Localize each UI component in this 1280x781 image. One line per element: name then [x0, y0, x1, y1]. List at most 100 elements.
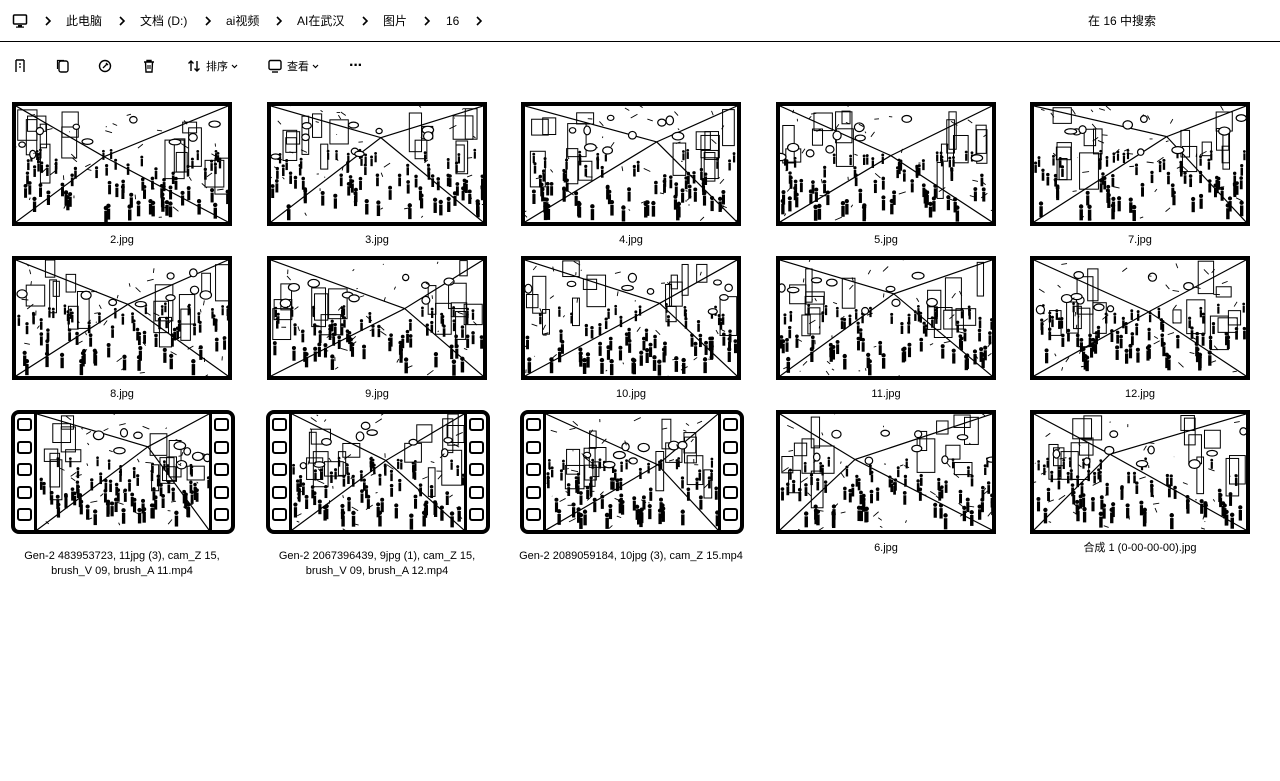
image-thumbnail[interactable]: [267, 102, 487, 226]
cut-icon[interactable]: [12, 58, 28, 74]
file-name[interactable]: Gen-2 2089059184, 10jpg (3), cam_Z 15.mp…: [511, 549, 751, 564]
video-thumbnail[interactable]: [266, 410, 490, 534]
image-thumbnail[interactable]: [776, 102, 996, 226]
film-hole: [526, 463, 541, 476]
image-file-item[interactable]: 合成 1 (0-00-00-00).jpg: [1030, 410, 1260, 580]
video-file-item[interactable]: Gen-2 2067396439, 9jpg (1), cam_Z 15, bru…: [266, 410, 497, 580]
film-strip-right: [209, 414, 231, 530]
image-thumbnail[interactable]: [1030, 102, 1250, 226]
file-name-line2[interactable]: brush_V 09, brush_A 11.mp4: [2, 564, 242, 579]
view-label: 查看: [287, 61, 309, 73]
file-name[interactable]: 7.jpg: [1020, 233, 1260, 248]
breadcrumb-ai-wuhan[interactable]: AI在武汉: [297, 13, 344, 29]
film-hole: [17, 485, 32, 499]
breadcrumb-ai-video[interactable]: ai视频: [226, 13, 259, 29]
thumbnail-image: [525, 260, 737, 376]
film-hole: [526, 440, 541, 454]
file-name[interactable]: 2.jpg: [2, 233, 242, 248]
thumbnail-image: [1034, 106, 1246, 222]
file-name[interactable]: 4.jpg: [511, 233, 751, 248]
film-hole: [272, 418, 287, 431]
image-thumbnail[interactable]: [12, 256, 232, 380]
file-name[interactable]: 5.jpg: [766, 233, 1006, 248]
breadcrumb-pictures[interactable]: 图片: [383, 13, 407, 29]
search-input[interactable]: 在 16 中搜索: [1088, 13, 1156, 29]
image-file-item[interactable]: 2.jpg: [12, 102, 242, 272]
video-file-item[interactable]: Gen-2 483953723, 11jpg (3), cam_Z 15, bru…: [11, 410, 242, 580]
rename-icon[interactable]: [97, 58, 113, 74]
chevron-right-icon[interactable]: [474, 13, 484, 29]
file-name[interactable]: 11.jpg: [766, 387, 1006, 402]
breadcrumb-16[interactable]: 16: [446, 13, 459, 29]
image-file-item[interactable]: 11.jpg: [776, 256, 1006, 426]
file-name[interactable]: 12.jpg: [1020, 387, 1260, 402]
film-hole: [469, 463, 484, 476]
film-hole: [272, 440, 287, 454]
image-thumbnail[interactable]: [521, 102, 741, 226]
film-strip-left: [15, 414, 37, 530]
file-name[interactable]: 3.jpg: [257, 233, 497, 248]
video-file-item[interactable]: Gen-2 2089059184, 10jpg (3), cam_Z 15.mp…: [519, 410, 751, 580]
more-options-button[interactable]: ···: [349, 56, 363, 76]
image-thumbnail[interactable]: [776, 410, 996, 534]
image-thumbnail[interactable]: [267, 256, 487, 380]
file-name[interactable]: 9.jpg: [257, 387, 497, 402]
image-file-item[interactable]: 10.jpg: [521, 256, 751, 426]
thumbnail-image: [780, 414, 992, 530]
chevron-right-icon[interactable]: [274, 13, 284, 29]
film-hole: [469, 440, 484, 454]
file-name-line2[interactable]: brush_V 09, brush_A 12.mp4: [257, 564, 497, 579]
breadcrumb-drive-d[interactable]: 文档 (D:): [140, 13, 187, 29]
chevron-right-icon[interactable]: [203, 13, 213, 29]
film-hole: [469, 485, 484, 499]
image-file-item[interactable]: 7.jpg: [1030, 102, 1260, 272]
image-thumbnail[interactable]: [1030, 410, 1250, 534]
chevron-right-icon[interactable]: [422, 13, 432, 29]
film-hole: [214, 463, 229, 476]
copy-icon[interactable]: [55, 58, 71, 74]
image-file-item[interactable]: 3.jpg: [267, 102, 497, 272]
file-name[interactable]: 10.jpg: [511, 387, 751, 402]
image-file-item[interactable]: 8.jpg: [12, 256, 242, 426]
command-bar: 排序 查看 ···: [0, 43, 1280, 89]
chevron-right-icon[interactable]: [117, 13, 127, 29]
chevron-down-icon: [231, 64, 238, 68]
image-file-item[interactable]: 9.jpg: [267, 256, 497, 426]
film-hole: [214, 440, 229, 454]
image-file-item[interactable]: 4.jpg: [521, 102, 751, 272]
film-hole: [214, 418, 229, 431]
view-button[interactable]: 查看: [267, 56, 319, 76]
breadcrumb-this-pc[interactable]: 此电脑: [66, 13, 102, 29]
image-thumbnail[interactable]: [1030, 256, 1250, 380]
film-hole: [526, 508, 541, 521]
file-name[interactable]: 合成 1 (0-00-00-00).jpg: [1020, 541, 1260, 556]
image-file-item[interactable]: 12.jpg: [1030, 256, 1260, 426]
image-thumbnail[interactable]: [12, 102, 232, 226]
chevron-right-icon[interactable]: [43, 13, 53, 29]
image-file-item[interactable]: 6.jpg: [776, 410, 1006, 580]
delete-icon[interactable]: [141, 58, 157, 74]
thumbnail-image: [525, 106, 737, 222]
thumbnail-image: [780, 260, 992, 376]
image-thumbnail[interactable]: [776, 256, 996, 380]
computer-icon[interactable]: [12, 13, 28, 29]
film-hole: [723, 463, 738, 476]
film-hole: [17, 508, 32, 521]
video-thumbnail[interactable]: [520, 410, 744, 534]
view-icon: [268, 59, 282, 73]
video-thumbnail[interactable]: [11, 410, 235, 534]
file-name[interactable]: 6.jpg: [766, 541, 1006, 556]
video-preview-image: [37, 414, 209, 530]
image-file-item[interactable]: 5.jpg: [776, 102, 1006, 272]
file-name[interactable]: Gen-2 2067396439, 9jpg (1), cam_Z 15,: [257, 549, 497, 564]
image-thumbnail[interactable]: [521, 256, 741, 380]
sort-button[interactable]: 排序: [186, 56, 238, 76]
file-name[interactable]: 8.jpg: [2, 387, 242, 402]
video-preview-image: [292, 414, 464, 530]
chevron-right-icon[interactable]: [360, 13, 370, 29]
file-name[interactable]: Gen-2 483953723, 11jpg (3), cam_Z 15,: [2, 549, 242, 564]
search-box[interactable]: 在 16 中搜索: [1040, 0, 1280, 42]
thumbnail-image: [780, 106, 992, 222]
film-hole: [272, 508, 287, 521]
film-hole: [723, 508, 738, 521]
